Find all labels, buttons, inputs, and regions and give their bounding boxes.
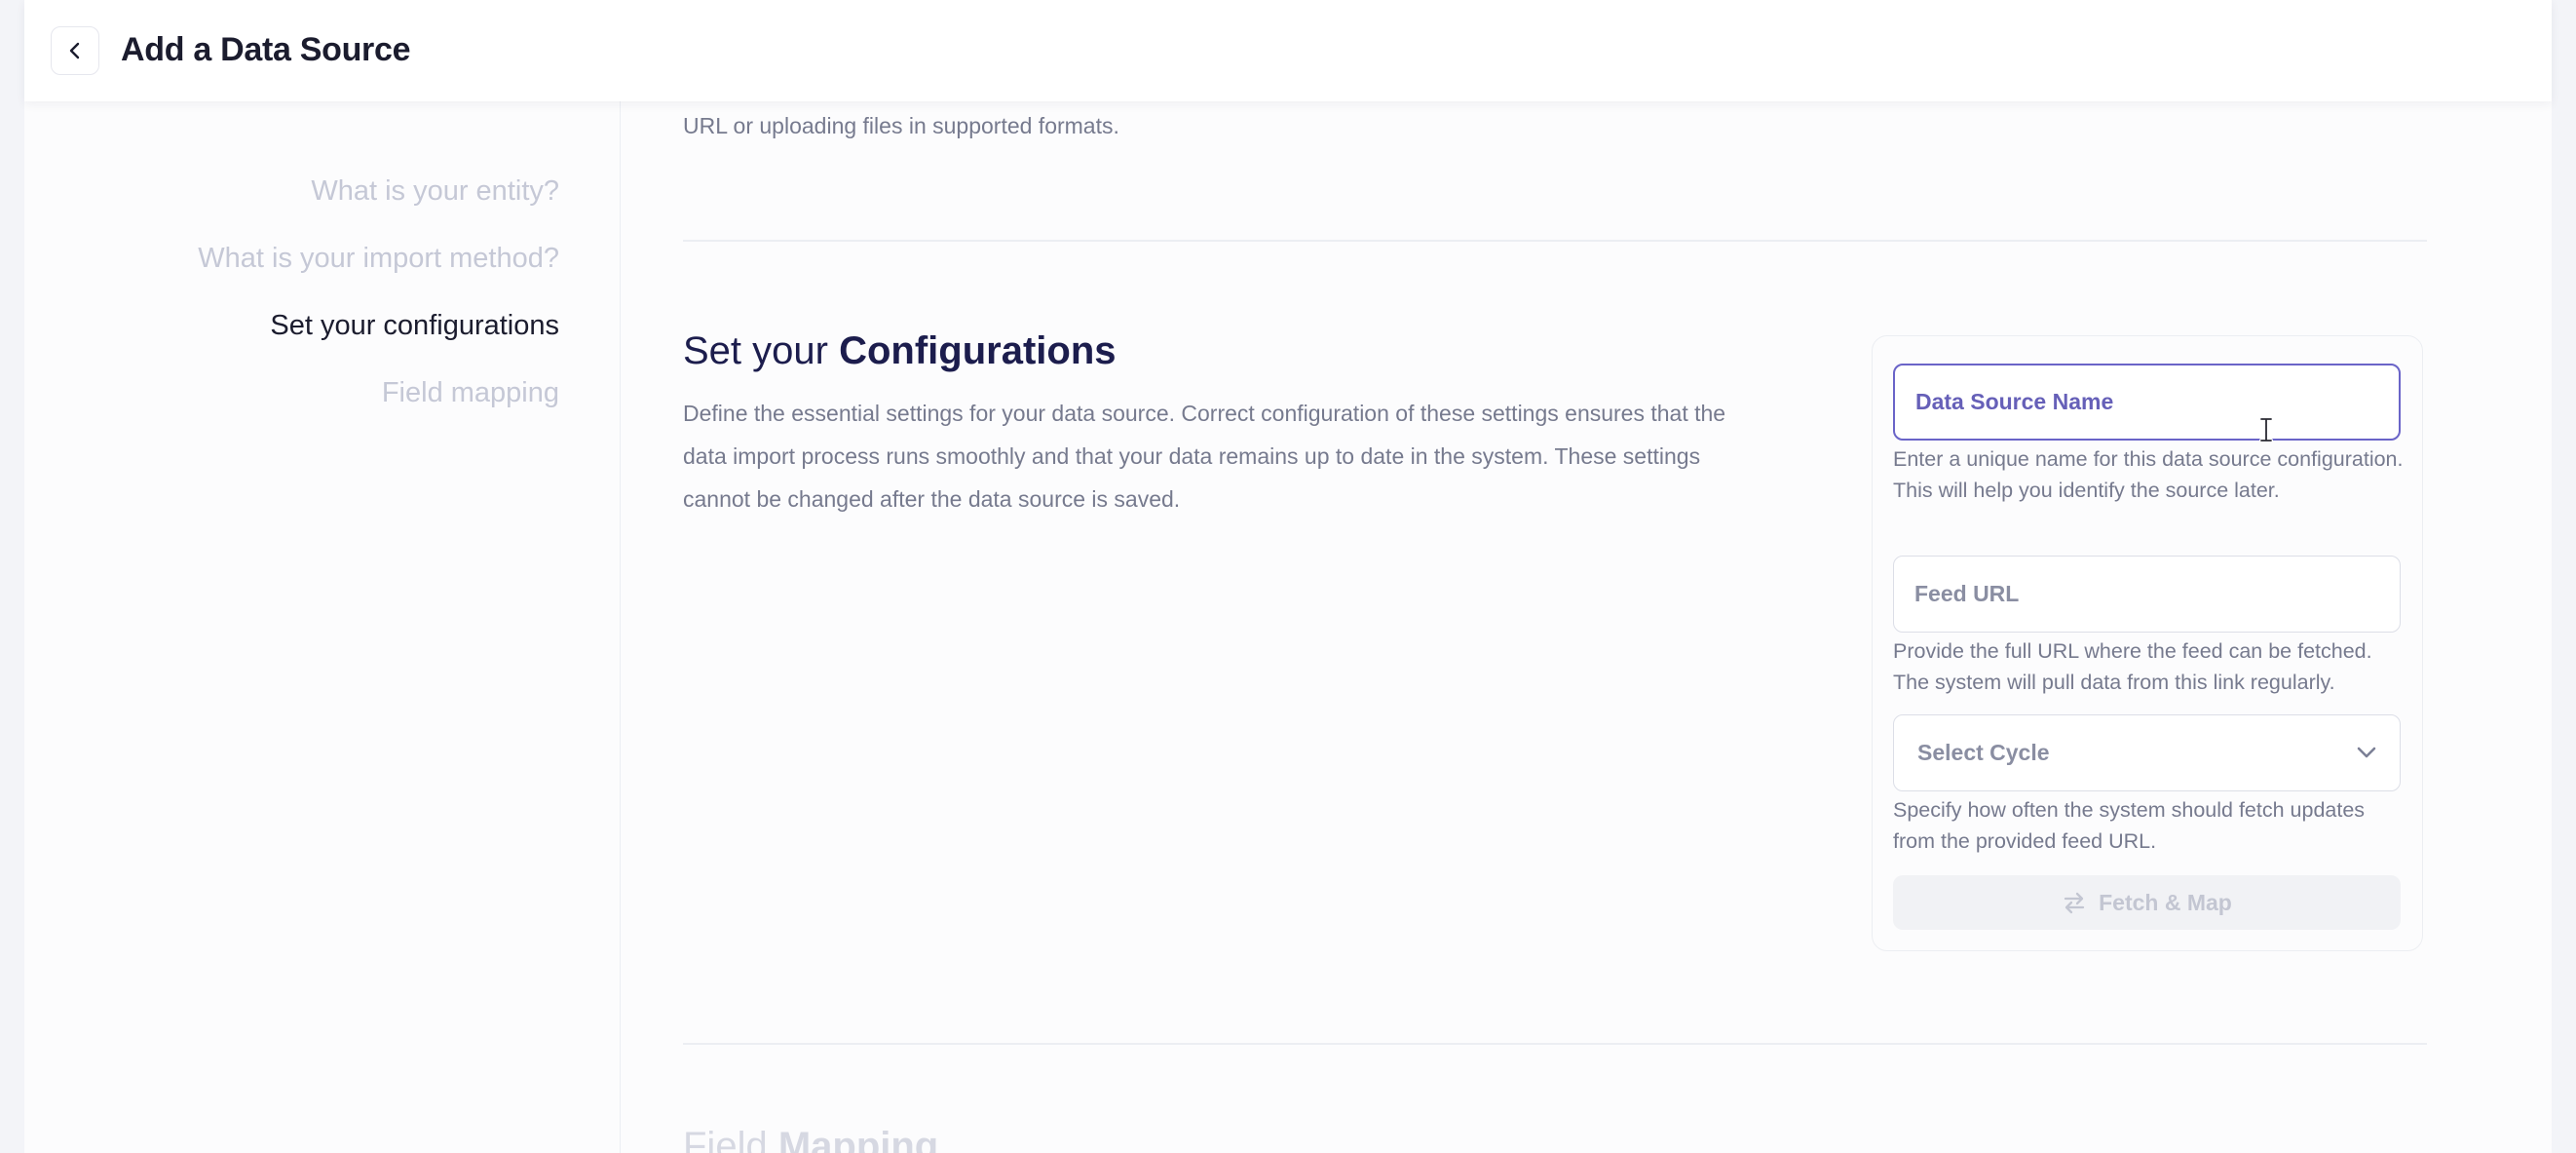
feed-url-input[interactable] — [1914, 581, 2400, 607]
step-entity[interactable]: What is your entity? — [311, 175, 559, 208]
section-title: Set your Configurations — [683, 329, 1117, 373]
data-source-name-field[interactable] — [1893, 364, 2401, 441]
next-section-title-bold: Mapping — [777, 1125, 939, 1153]
section-divider-bottom — [683, 1043, 2427, 1045]
page-title: Add a Data Source — [121, 31, 411, 68]
main-content: URL or uploading files in supported form… — [683, 101, 2427, 1153]
back-button[interactable] — [51, 26, 99, 75]
text-cursor-icon — [2259, 417, 2273, 442]
swap-arrows-icon — [2064, 892, 2085, 914]
feed-url-helper: Provide the full URL where the feed can … — [1893, 639, 2372, 694]
step-configurations[interactable]: Set your configurations — [270, 310, 559, 342]
page-header: Add a Data Source — [24, 0, 2552, 101]
data-source-name-helper: Enter a unique name for this data source… — [1893, 447, 2404, 502]
step-field-mapping[interactable]: Field mapping — [382, 377, 559, 409]
chevron-left-icon — [69, 42, 80, 59]
feed-url-field[interactable] — [1893, 556, 2401, 633]
fetch-and-map-label: Fetch & Map — [2099, 889, 2232, 915]
section-title-bold: Configurations — [839, 329, 1117, 372]
cycle-select-placeholder: Select Cycle — [1917, 740, 2050, 765]
next-section-title-light: Field — [683, 1125, 778, 1153]
step-import-method[interactable]: What is your import method? — [198, 243, 559, 275]
chevron-down-icon — [2357, 747, 2376, 758]
section-divider — [683, 240, 2427, 242]
data-source-name-input[interactable] — [1915, 389, 2399, 415]
fetch-and-map-button[interactable]: Fetch & Map — [1893, 875, 2401, 930]
section-title-light: Set your — [683, 329, 840, 372]
section-description: Define the essential settings for your d… — [683, 401, 1726, 512]
app-frame: Add a Data Source What is your entity? W… — [24, 0, 2552, 1153]
import-method-description: URL or uploading files in supported form… — [683, 113, 1119, 138]
cycle-select-helper: Specify how often the system should fetc… — [1893, 798, 2366, 853]
steps-sidebar: What is your entity? What is your import… — [24, 101, 621, 1153]
configuration-form-card: Enter a unique name for this data source… — [1872, 335, 2423, 951]
next-section-title: Field Mapping — [683, 1125, 938, 1153]
cycle-select[interactable]: Select Cycle — [1893, 714, 2401, 791]
